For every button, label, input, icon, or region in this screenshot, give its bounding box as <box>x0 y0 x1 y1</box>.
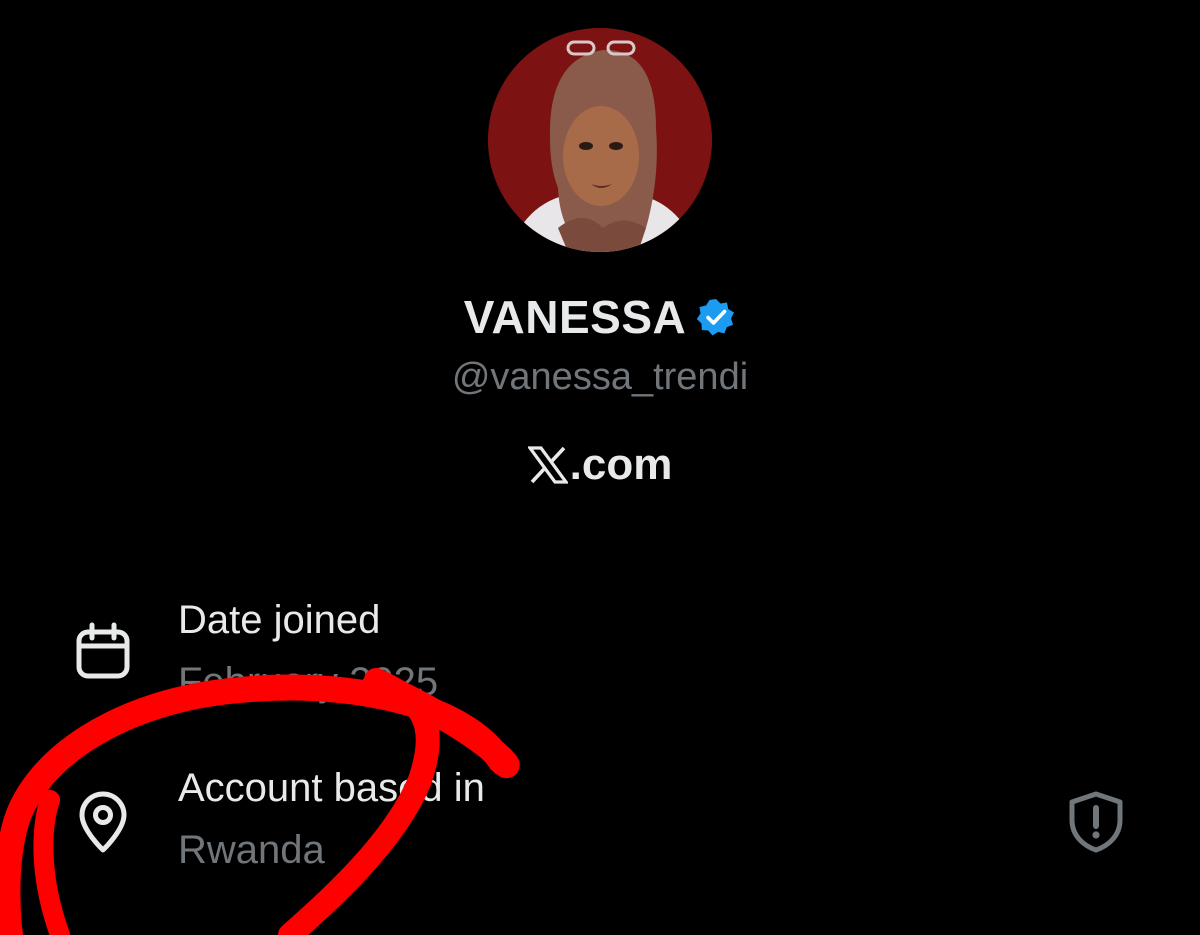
profile-avatar[interactable] <box>488 28 712 252</box>
location-pin-icon <box>79 791 127 853</box>
account-location-value: Rwanda <box>178 828 325 872</box>
shield-alert-icon[interactable] <box>1064 790 1128 854</box>
date-joined-value: February 2025 <box>178 660 439 704</box>
profile-handle: @vanessa_trendi <box>451 356 749 398</box>
account-location-title: Account based in <box>178 766 485 810</box>
profile-name-row: VANESSA <box>0 290 1200 344</box>
avatar-photo <box>488 28 712 252</box>
calendar-icon <box>76 622 130 679</box>
x-logo-icon <box>527 446 568 484</box>
account-location-row: Account based in Rwanda <box>0 760 1200 880</box>
site-link[interactable]: .com <box>0 440 1200 490</box>
date-joined-row: Date joined February 2025 <box>0 592 1200 712</box>
display-name: VANESSA <box>463 291 687 343</box>
verified-badge-icon[interactable] <box>696 297 736 337</box>
site-domain-label: .com <box>569 440 673 489</box>
date-joined-title: Date joined <box>178 598 381 642</box>
